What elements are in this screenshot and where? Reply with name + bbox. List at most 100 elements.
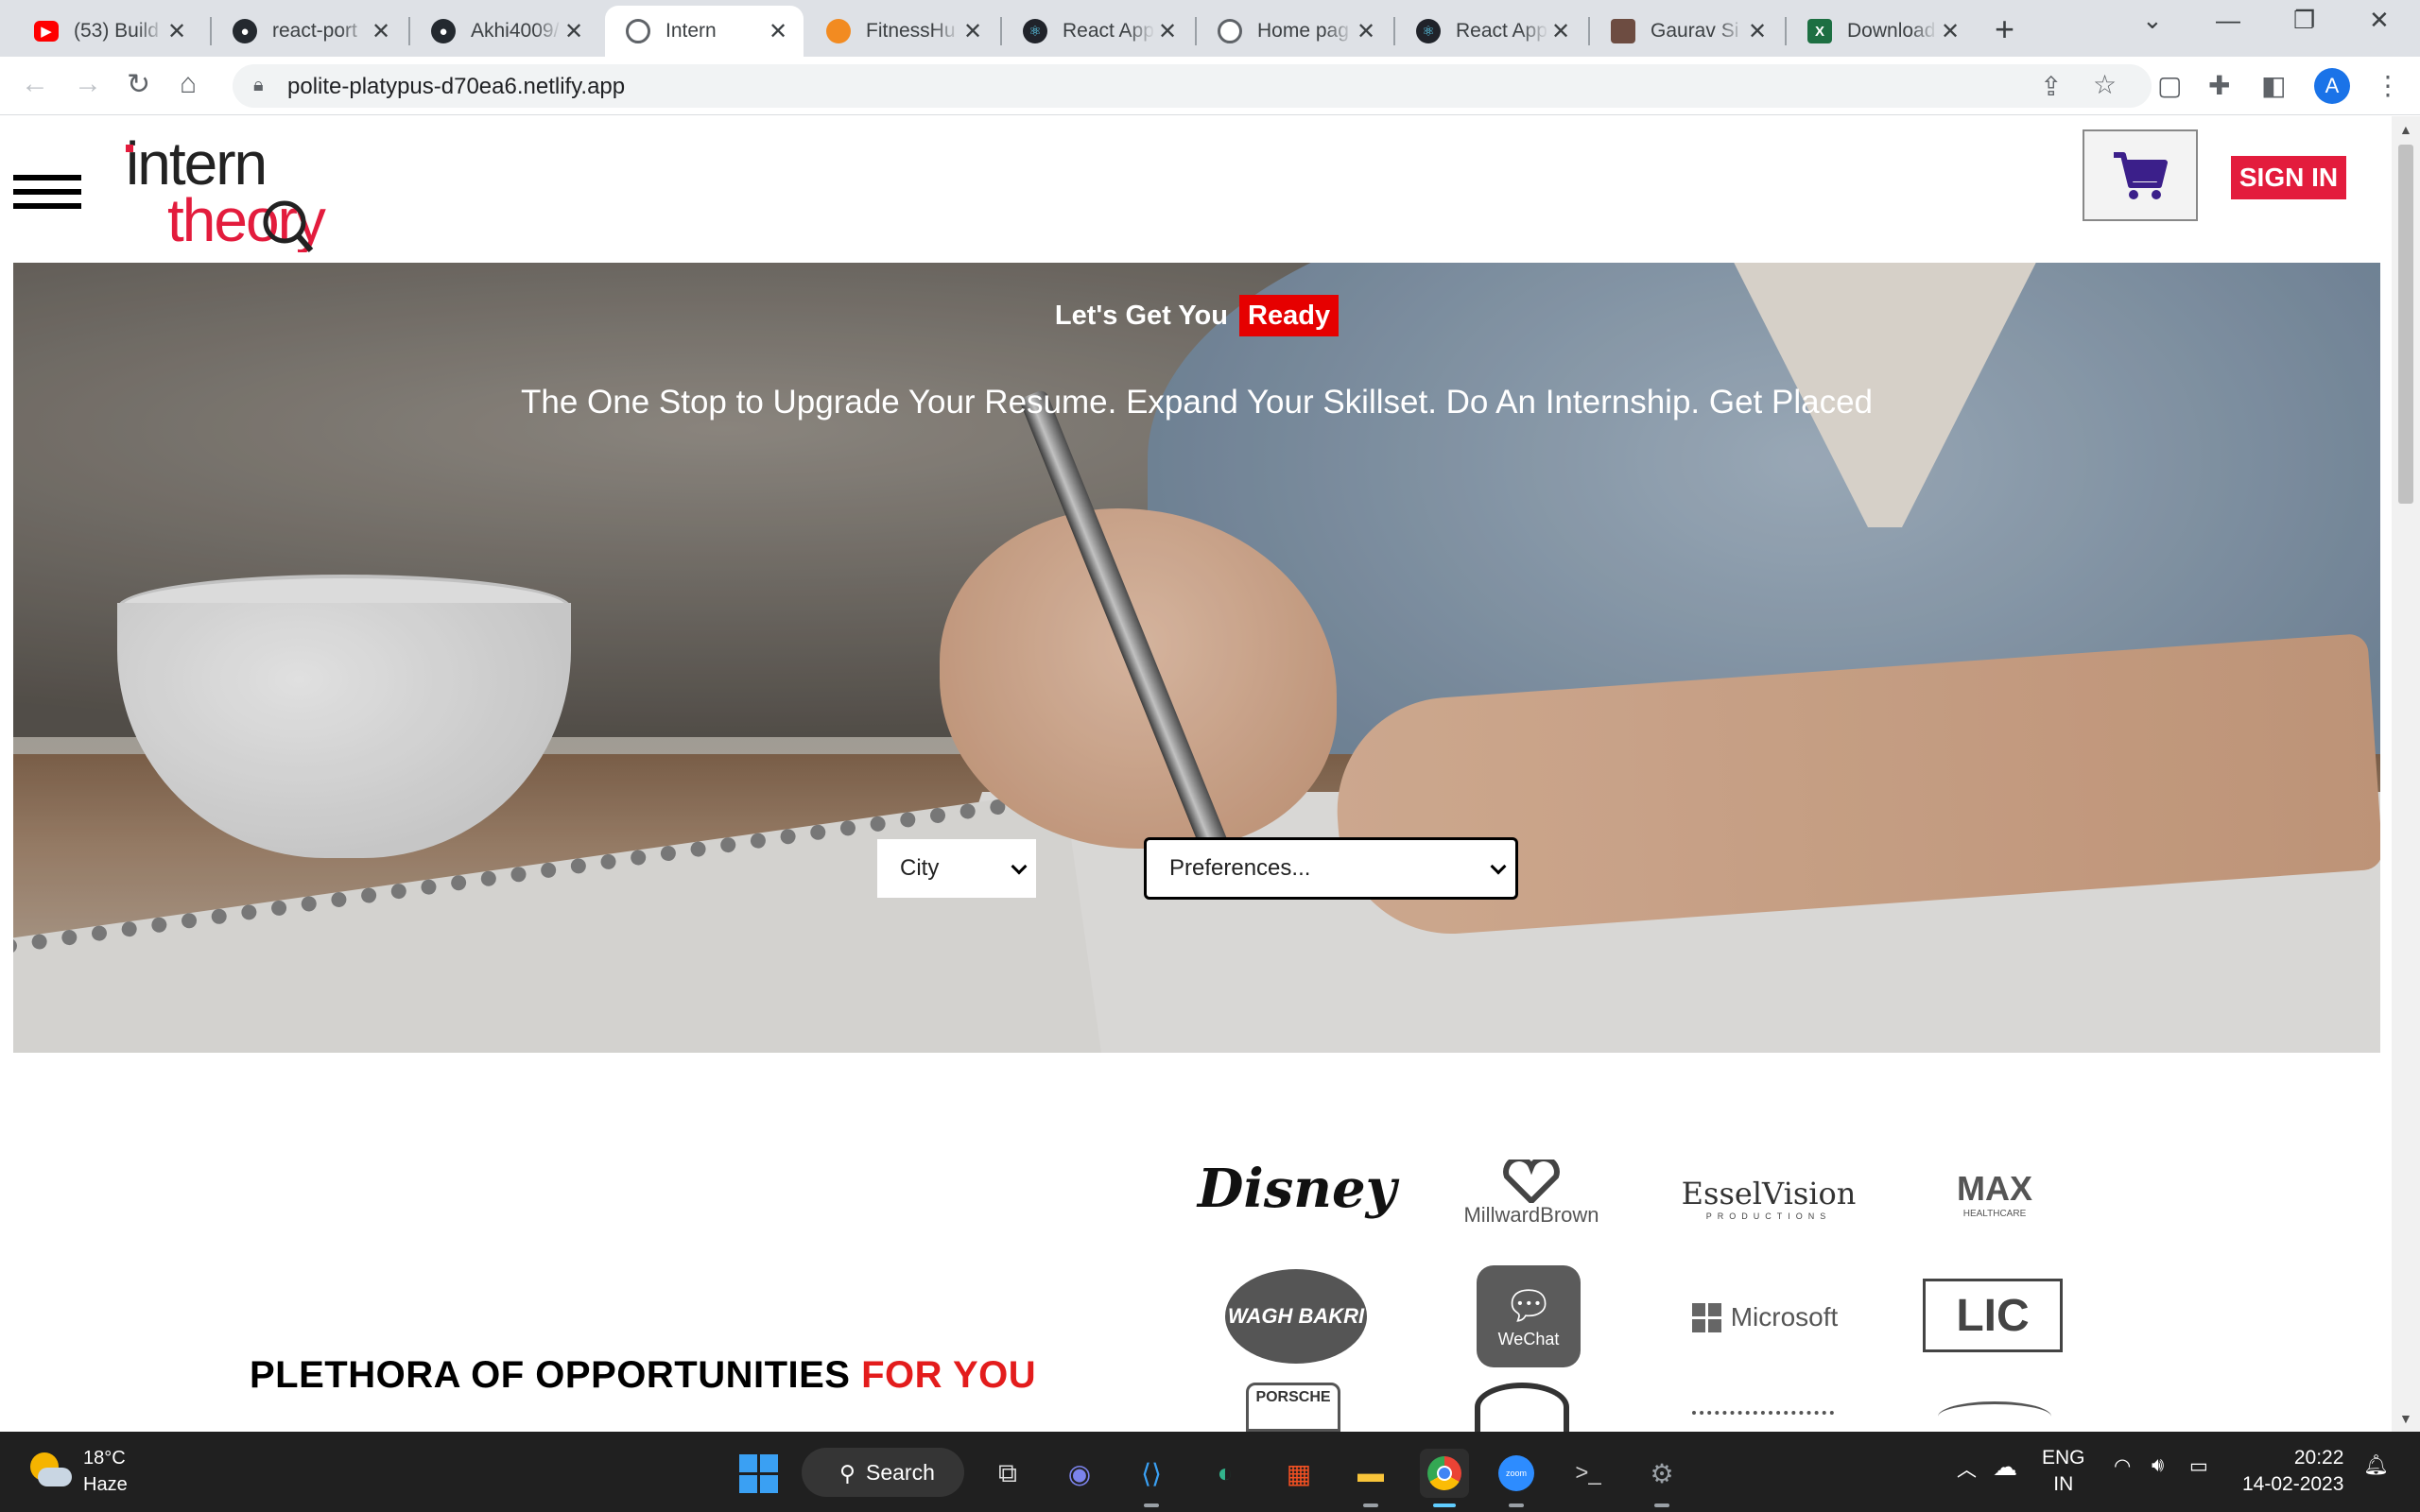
page-scrollbar[interactable]: ▲ ▼ (2392, 116, 2420, 1432)
sign-in-button[interactable]: SIGN IN (2231, 156, 2346, 199)
language-code: ENG (2042, 1447, 2085, 1469)
tab-search-icon[interactable]: ⌄ (2142, 6, 2163, 35)
city-select[interactable]: City (877, 839, 1036, 898)
tab-title: Gaurav Si (1651, 20, 1739, 42)
close-window-button[interactable]: ✕ (2369, 6, 2390, 35)
clock[interactable]: 20:22 14-02-2023 (2242, 1445, 2343, 1498)
restore-button[interactable]: ❐ (2293, 6, 2315, 35)
close-icon[interactable]: ✕ (369, 18, 393, 45)
disney-logo: Disney (1198, 1146, 1396, 1231)
chrome-icon[interactable] (1420, 1449, 1469, 1507)
brand-name: WeChat (1497, 1330, 1560, 1349)
preferences-select[interactable]: Preferences... (1144, 837, 1518, 900)
minimize-button[interactable]: — (2216, 6, 2240, 35)
tab-react-app-2[interactable]: ⚛ React App ✕ (1395, 6, 1586, 57)
weather-temperature: 18°C (83, 1448, 126, 1469)
max-healthcare-logo: MAX HEALTHCARE (1919, 1156, 2070, 1231)
github-icon: ● (431, 19, 456, 43)
extension-icon[interactable]: ▢ (2157, 70, 2182, 101)
chrome-logo (1427, 1456, 1461, 1490)
tab-fitnesshub[interactable]: FitnessHu ✕ (805, 6, 998, 57)
logo-graphic: intern theory (126, 129, 328, 254)
teams-chat-icon[interactable]: ◉ (1055, 1449, 1104, 1498)
volume-icon[interactable]: 🔊︎ (2152, 1454, 2164, 1477)
close-icon[interactable]: ✕ (1938, 18, 1962, 45)
cart-button[interactable] (2083, 129, 2198, 221)
tab-title: FitnessHu (866, 20, 956, 42)
cart-icon (2114, 151, 2168, 199)
zoom-icon[interactable]: zoom (1492, 1449, 1541, 1507)
reload-button[interactable]: ↻ (127, 68, 150, 101)
tab-download[interactable]: X Download ✕ (1787, 6, 1976, 57)
tab-intern[interactable]: Intern ✕ (605, 6, 804, 57)
brand-name: PORSCHE (1255, 1389, 1331, 1405)
task-view-icon[interactable]: ⧉ (983, 1449, 1032, 1498)
tab-gaurav[interactable]: Gaurav Si ✕ (1590, 6, 1783, 57)
brand-name: LIC (1956, 1290, 2030, 1341)
hero-overlay (13, 263, 2380, 1053)
profile-avatar[interactable]: A (2314, 68, 2350, 104)
side-panel-icon[interactable]: ◧ (2261, 70, 2286, 101)
microsoft-store-icon[interactable]: ▦ (1274, 1449, 1323, 1498)
hamburger-menu-icon[interactable] (13, 175, 81, 217)
battery-icon[interactable]: ▭ (2189, 1454, 2208, 1478)
close-icon[interactable]: ✕ (1548, 18, 1573, 45)
intern-theory-logo[interactable]: intern theory (118, 129, 364, 254)
scroll-up-arrow-icon[interactable]: ▲ (2399, 122, 2412, 137)
taskbar-search[interactable]: ⚲ Search (802, 1448, 964, 1497)
close-icon[interactable]: ✕ (1155, 18, 1180, 45)
wifi-icon[interactable]: ◠ (2114, 1454, 2131, 1478)
settings-gear-icon[interactable]: ⚙ (1637, 1449, 1686, 1507)
scrollbar-thumb[interactable] (2398, 145, 2413, 504)
show-hidden-icons-chevron-icon[interactable]: ︿ (1957, 1454, 1977, 1483)
excel-icon: X (1807, 19, 1832, 43)
vscode-icon[interactable]: ⟨⟩ (1127, 1449, 1176, 1507)
scroll-down-arrow-icon[interactable]: ▼ (2399, 1411, 2412, 1426)
react-icon: ⚛ (1416, 19, 1441, 43)
tab-home-page[interactable]: Home pag ✕ (1197, 6, 1392, 57)
tab-akhi4009[interactable]: ● Akhi4009/ ✕ (410, 6, 599, 57)
brand-name: EsselVision (1681, 1176, 1857, 1211)
home-button[interactable]: ⌂ (180, 68, 197, 100)
tab-youtube[interactable]: ▶ (53) Build ✕ (13, 6, 202, 57)
tab-react-port[interactable]: ● react-port ✕ (212, 6, 406, 57)
wechat-logo: 💬︎ WeChat (1477, 1265, 1581, 1367)
tab-react-app-1[interactable]: ⚛ React App ✕ (1002, 6, 1193, 57)
lock-icon[interactable]: 🔒︎ (253, 75, 264, 96)
fitness-icon (826, 19, 851, 43)
close-icon[interactable]: ✕ (1745, 18, 1770, 45)
weather-haze-icon (26, 1449, 72, 1494)
extensions-puzzle-icon[interactable]: ✚ (2208, 70, 2230, 101)
close-icon[interactable]: ✕ (766, 18, 790, 45)
onedrive-cloud-icon[interactable]: ☁ (1993, 1452, 2017, 1482)
edge-icon[interactable]: ◐ (1201, 1449, 1250, 1498)
tab-title: React App (1063, 20, 1154, 42)
close-icon[interactable]: ✕ (562, 18, 586, 45)
tab-strip: ▶ (53) Build ✕ ● react-port ✕ ● Akhi4009… (0, 0, 2420, 57)
brand-name: Disney (1197, 1158, 1397, 1220)
porsche-logo: PORSCHE (1246, 1383, 1340, 1432)
close-icon[interactable]: ✕ (164, 18, 189, 45)
bookmark-star-icon[interactable]: ☆ (2093, 69, 2117, 100)
address-bar[interactable]: 🔒︎ polite-platypus-d70ea6.netlify.app ⇪ … (233, 64, 2152, 108)
globe-icon (1218, 19, 1242, 43)
weather-widget[interactable]: 18°C Haze (26, 1445, 128, 1498)
menu-kebab-icon[interactable]: ⋮ (2375, 70, 2401, 101)
notification-icon[interactable]: 🔔︎ (2363, 1454, 2389, 1477)
brand-name: Microsoft (1730, 1302, 1839, 1332)
chevron-down-icon (1011, 858, 1028, 875)
brand-sublabel: HEALTHCARE (1962, 1208, 2027, 1219)
share-icon[interactable]: ⇪ (2040, 71, 2062, 102)
forward-button[interactable]: → (74, 68, 102, 100)
new-tab-button[interactable]: + (1995, 9, 2014, 49)
language-indicator[interactable]: ENG IN (2042, 1445, 2085, 1498)
file-explorer-icon[interactable]: ▬ (1346, 1449, 1395, 1507)
clock-time: 20:22 (2293, 1447, 2344, 1469)
tab-title: Intern (666, 20, 717, 42)
url-text[interactable]: polite-platypus-d70ea6.netlify.app (287, 74, 625, 100)
close-icon[interactable]: ✕ (1354, 18, 1378, 45)
close-icon[interactable]: ✕ (960, 18, 985, 45)
back-button[interactable]: ← (21, 68, 49, 100)
start-button[interactable] (734, 1449, 783, 1498)
terminal-icon[interactable]: >_ (1564, 1449, 1613, 1498)
